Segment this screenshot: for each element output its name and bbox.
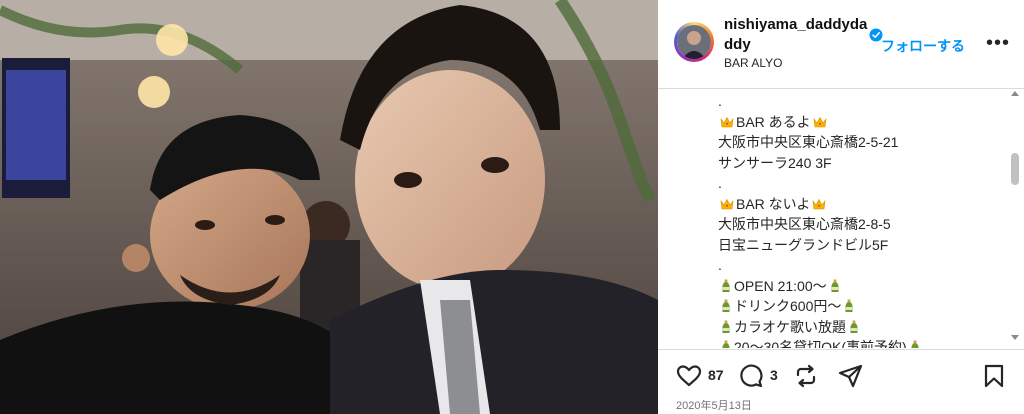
caption-line: . [718,173,1008,194]
scroll-down-arrow-icon[interactable] [1011,335,1019,340]
crown-emoji-icon [718,114,736,130]
follow-button[interactable]: フォローする [881,36,965,56]
crown-emoji-icon [811,114,829,130]
caption-line: BAR あるよ [718,112,1008,133]
avatar-image [677,25,711,59]
bottle-emoji-icon [718,298,734,314]
post-photo[interactable] [0,0,658,414]
caption-scrollbar[interactable] [1010,89,1020,348]
comments-count[interactable]: 3 [770,367,778,383]
crown-emoji-icon [810,196,828,212]
caption-line-text: 日宝ニューグランドビル5F [718,236,889,253]
caption-line: OPEN 21:00〜 [718,276,1008,297]
comment-icon[interactable] [738,364,764,388]
bottle-emoji-icon [846,319,862,335]
bottle-emoji-icon [827,278,843,294]
bottle-emoji-icon [718,339,734,348]
likes-count[interactable]: 87 [708,367,724,383]
bottle-emoji-icon [718,319,734,335]
caption-line: . [718,91,1008,112]
scrollbar-thumb[interactable] [1011,153,1019,185]
repost-icon[interactable] [793,364,819,388]
photo-illustration [0,0,658,414]
caption-line: BAR ないよ [718,194,1008,215]
caption-line-text: . [718,257,722,273]
caption-line: . [718,255,1008,276]
caption-line-text: BAR ないよ [736,195,811,212]
caption-line-text: 大阪市中央区東心斎橋2-8-5 [718,216,891,232]
caption-line: カラオケ歌い放題 [718,317,1008,338]
caption-line-text: . [718,175,722,191]
caption-line-text: サンサーラ240 3F [718,154,832,171]
post-header: nishiyama_daddyda ddy フォローする ••• BAR ALY… [658,0,1024,89]
username[interactable]: nishiyama_daddyda ddy [724,15,868,55]
bottle-emoji-icon [907,339,923,348]
avatar[interactable] [674,22,714,62]
caption-line-text: 大阪市中央区東心斎橋2-5-21 [718,134,899,150]
scroll-up-arrow-icon[interactable] [1011,91,1019,96]
post-side-panel: nishiyama_daddyda ddy フォローする ••• BAR ALY… [658,0,1024,414]
caption-line: 大阪市中央区東心斎橋2-5-21 [718,132,1008,153]
caption-line-text: BAR あるよ [736,113,811,130]
caption-line-text: カラオケ歌い放題 [734,318,846,335]
caption-area: . BAR あるよ大阪市中央区東心斎橋2-5-21 サンサーラ240 3F. BAR … [658,89,1024,348]
caption-line: サンサーラ240 3F [718,153,1008,174]
crown-emoji-icon [718,196,736,212]
caption-line: 日宝ニューグランドビル5F [718,235,1008,256]
action-bar: 87 3 [658,349,1024,400]
post-date[interactable]: 2020年5月13日 [676,397,752,413]
caption-line-text: . [718,93,722,109]
avatar-illustration [677,25,711,59]
caption-line-text: 20〜30名貸切OK(事前予約) [734,339,907,348]
caption-line: ドリンク600円〜 [718,296,1008,317]
caption-line-text: ドリンク600円〜 [734,298,842,314]
heart-icon[interactable] [676,364,702,388]
caption-line-text: OPEN 21:00〜 [734,277,827,294]
caption-text: . BAR あるよ大阪市中央区東心斎橋2-5-21 サンサーラ240 3F. BAR … [718,91,1008,348]
bottle-emoji-icon [841,298,857,314]
bottle-emoji-icon [718,278,734,294]
location-link[interactable]: BAR ALYO [724,56,782,70]
caption-line: 大阪市中央区東心斎橋2-8-5 [718,214,1008,235]
bookmark-icon[interactable] [983,364,1005,388]
share-icon[interactable] [838,364,864,388]
more-options-button[interactable]: ••• [986,33,1010,53]
caption-line: 20〜30名貸切OK(事前予約) [718,337,1008,348]
